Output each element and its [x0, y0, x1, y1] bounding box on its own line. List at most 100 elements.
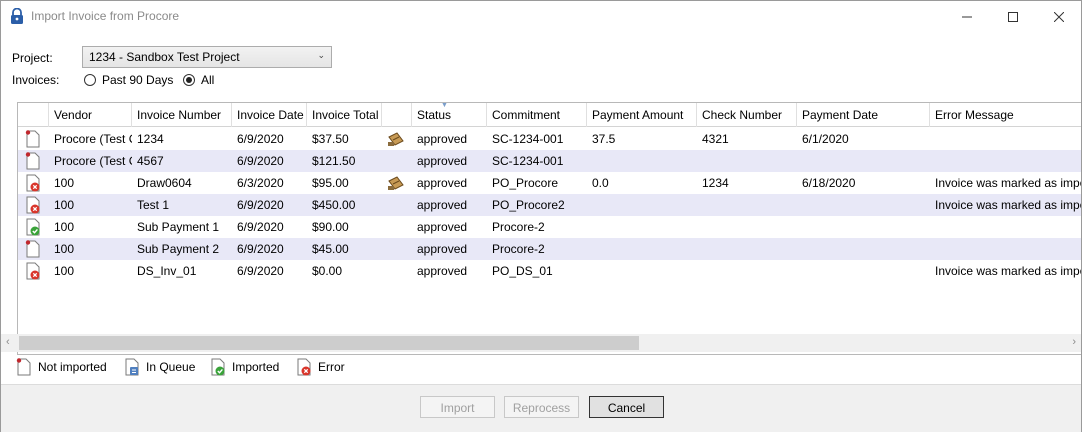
cell-check-number: [697, 260, 797, 282]
cell-payment-date: [797, 216, 930, 238]
cell-invoice-total: $90.00: [312, 220, 349, 234]
cancel-button[interactable]: Cancel: [589, 396, 664, 418]
scroll-right-icon[interactable]: ›: [1072, 336, 1076, 348]
column-header-commitment[interactable]: Commitment: [487, 103, 587, 127]
horizontal-scrollbar[interactable]: ‹ ›: [1, 334, 1081, 352]
cell-commitment: PO_DS_01: [492, 264, 553, 278]
column-header-vendor[interactable]: Vendor: [49, 103, 132, 127]
title-bar: Import Invoice from Procore: [1, 1, 1081, 32]
cell-payment-date: [797, 150, 930, 172]
cell-error-message: Invoice was marked as imported: [935, 176, 1081, 190]
button-bar: Import Reprocess Cancel: [1, 384, 1081, 432]
radio-label: All: [201, 73, 215, 87]
table-row[interactable]: 100 Draw0604 6/3/2020 $95.00 approved PO_Proc…: [18, 172, 1081, 194]
table-row[interactable]: 100 Sub Payment 2 6/9/2020 $45.00 approved Pr…: [18, 238, 1081, 260]
reprocess-button[interactable]: Reprocess: [504, 396, 579, 418]
cell-check-number: 1234: [702, 176, 729, 190]
not-imported-icon: [25, 240, 40, 258]
cell-invoice-date: 6/9/2020: [237, 242, 284, 256]
attachment-icon[interactable]: [387, 131, 405, 147]
cell-payment-amount: [587, 238, 697, 260]
column-header-icon[interactable]: [18, 103, 49, 127]
cell-error-message: [930, 238, 1081, 260]
window-title: Import Invoice from Procore: [31, 9, 180, 23]
scroll-left-icon[interactable]: ‹: [6, 336, 10, 348]
legend-imported: Imported: [210, 358, 279, 376]
table-row[interactable]: Procore (Test Co 4567 6/9/2020 $121.50 appro…: [18, 150, 1081, 172]
cell-invoice-total: $121.50: [312, 154, 356, 168]
cell-commitment: SC-1234-001: [492, 154, 564, 168]
sort-descending-icon: ▼: [441, 103, 448, 109]
cell-invoice-date: 6/9/2020: [237, 220, 284, 234]
column-header-error-message[interactable]: Error Message: [930, 103, 1081, 127]
cell-invoice-date: 6/9/2020: [237, 198, 284, 212]
cell-status: approved: [417, 132, 468, 146]
cell-attachment: [382, 216, 412, 238]
table-row[interactable]: 100 Sub Payment 1 6/9/2020 $90.00 approved Pr…: [18, 216, 1081, 238]
cell-vendor: Procore (Test Co: [54, 154, 132, 168]
cell-invoice-date: 6/3/2020: [237, 176, 284, 190]
cell-payment-date: 6/1/2020: [802, 132, 849, 146]
not-imported-icon: [25, 152, 40, 170]
cell-error-message: [930, 128, 1081, 150]
radio-button[interactable]: [84, 74, 96, 86]
cell-invoice-number: Draw0604: [137, 176, 192, 190]
imported-icon: [26, 218, 40, 236]
table-row[interactable]: 100 Test 1 6/9/2020 $450.00 approved PO_Proco…: [18, 194, 1081, 216]
legend-label: Error: [318, 360, 345, 374]
cell-attachment: [382, 194, 412, 216]
minimize-button[interactable]: [944, 1, 990, 32]
close-button[interactable]: [1036, 1, 1082, 32]
cell-error-message: [930, 150, 1081, 172]
legend-label: Not imported: [38, 360, 107, 374]
radio-all[interactable]: All: [183, 73, 214, 87]
legend-not-imported: Not imported: [16, 358, 107, 376]
cell-commitment: PO_Procore2: [492, 198, 565, 212]
cell-status: approved: [417, 154, 468, 168]
cell-error-message: Invoice was marked as imported: [935, 198, 1081, 212]
column-header-invoice-number[interactable]: Invoice Number: [132, 103, 232, 127]
import-button[interactable]: Import: [420, 396, 495, 418]
cell-invoice-total: $450.00: [312, 198, 356, 212]
attachment-icon[interactable]: [387, 175, 405, 191]
table-row[interactable]: 100 DS_Inv_01 6/9/2020 $0.00 approved PO_DS_0…: [18, 260, 1081, 282]
cell-check-number: 4321: [702, 132, 729, 146]
radio-label: Past 90 Days: [102, 73, 174, 87]
column-header-attachment[interactable]: [382, 103, 412, 127]
column-header-payment-amount[interactable]: Payment Amount: [587, 103, 697, 127]
radio-past-90-days[interactable]: Past 90 Days: [84, 73, 173, 87]
cell-invoice-number: Sub Payment 2: [137, 242, 220, 256]
cell-status: approved: [417, 264, 468, 278]
invoice-grid: Vendor Invoice Number Invoice Date Invoi…: [17, 102, 1081, 355]
project-dropdown[interactable]: 1234 - Sandbox Test Project ⌄: [82, 46, 332, 68]
column-header-invoice-total[interactable]: Invoice Total: [307, 103, 382, 127]
invoices-label: Invoices:: [12, 73, 60, 87]
maximize-button[interactable]: [990, 1, 1036, 32]
cell-vendor: 100: [54, 264, 75, 278]
table-row[interactable]: Procore (Test Co 1234 6/9/2020 $37.50 approv…: [18, 128, 1081, 150]
cell-error-message: [930, 216, 1081, 238]
column-header-payment-date[interactable]: Payment Date: [797, 103, 930, 127]
column-header-check-number[interactable]: Check Number: [697, 103, 797, 127]
column-header-status[interactable]: ▼ Status: [412, 103, 487, 127]
cell-check-number: [697, 216, 797, 238]
column-header-invoice-date[interactable]: Invoice Date: [232, 103, 307, 127]
radio-button-checked[interactable]: [183, 74, 195, 86]
cell-payment-amount: [587, 216, 697, 238]
cell-check-number: [697, 238, 797, 260]
cell-payment-date: [797, 238, 930, 260]
cell-commitment: Procore-2: [492, 242, 545, 256]
cell-status: approved: [417, 220, 468, 234]
scrollbar-thumb[interactable]: [19, 336, 639, 350]
cell-attachment: [382, 238, 412, 260]
column-header-status-label: Status: [417, 108, 452, 122]
imported-icon: [211, 358, 225, 376]
cell-attachment: [382, 150, 412, 172]
import-invoice-window: Import Invoice from Procore Project: 123…: [0, 0, 1082, 432]
cell-vendor: 100: [54, 198, 75, 212]
not-imported-icon: [16, 358, 31, 376]
cell-status: approved: [417, 176, 468, 190]
legend-label: Imported: [232, 360, 280, 374]
cell-vendor: 100: [54, 220, 75, 234]
error-icon: [26, 262, 40, 280]
